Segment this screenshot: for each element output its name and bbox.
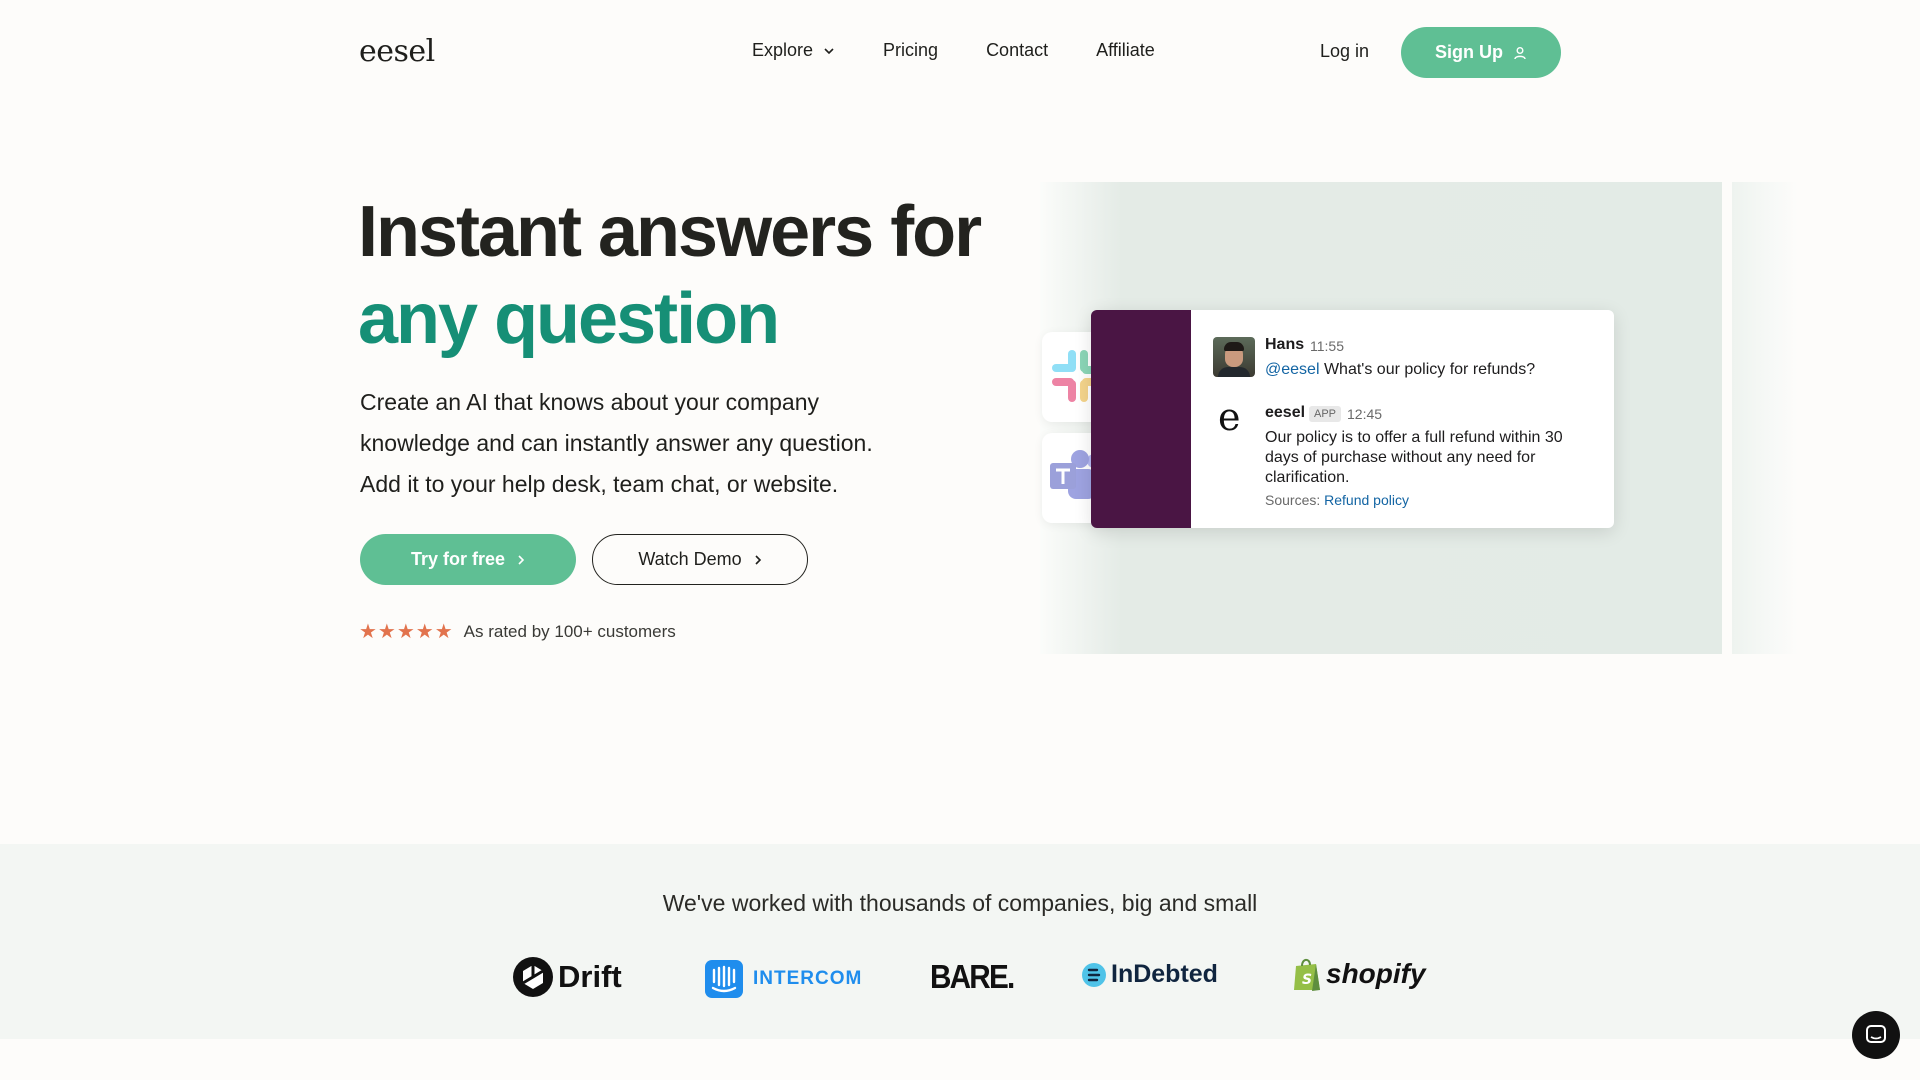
signup-label: Sign Up — [1435, 42, 1503, 62]
eesel-app-icon: e — [1218, 395, 1241, 439]
hero-headline-line2: any question — [358, 279, 780, 359]
shopify-logo-text: shopify — [1326, 958, 1426, 989]
chat-launcher-button[interactable] — [1852, 1011, 1900, 1059]
message-sources: Sources: Refund policy — [1265, 492, 1409, 508]
message-body: What's our policy for refunds? — [1319, 361, 1536, 378]
refund-policy-link[interactable]: Refund policy — [1324, 492, 1409, 508]
user-icon — [1514, 46, 1526, 59]
rating-text: As rated by 100+ customers — [463, 621, 676, 641]
watch-demo-button[interactable]: Watch Demo — [592, 534, 808, 585]
try-for-free-label: Try for free — [410, 549, 506, 569]
signup-button[interactable]: Sign Up — [1401, 27, 1561, 78]
chevron-right-icon — [518, 554, 525, 565]
nav-explore[interactable]: Explore — [752, 40, 835, 61]
message-line: clarification. — [1265, 469, 1350, 486]
nav-links: Explore Pricing Contact Affiliate — [752, 40, 1203, 61]
drift-logo: Drift — [512, 956, 622, 998]
indebted-logo: InDebted — [1081, 960, 1218, 989]
message-time: 11:55 — [1310, 338, 1344, 354]
companies-band — [0, 844, 1920, 1039]
drift-mark-icon — [513, 957, 553, 997]
message-author: eesel — [1265, 404, 1306, 421]
hero-headline-line1: Instant answers for — [358, 192, 982, 272]
intercom-mark-icon — [705, 960, 743, 998]
mention-link[interactable]: @eesel — [1265, 361, 1320, 378]
panel-edge-strip — [1732, 182, 1798, 654]
company-logos: Drift INTERCOM BARE. InDebted S shopify — [0, 954, 1920, 1004]
avatar-hair — [1224, 342, 1244, 351]
brand-logo[interactable]: eesel — [359, 34, 435, 69]
app-badge: APP — [1309, 406, 1342, 422]
message-text: @eesel What's our policy for refunds? — [1265, 360, 1535, 380]
svg-text:S: S — [1302, 972, 1312, 988]
chat-bubble-icon — [1866, 1025, 1886, 1043]
top-nav: eesel Explore Pricing Contact Affiliate … — [0, 0, 1920, 106]
watch-demo-label: Watch Demo — [638, 549, 742, 569]
nav-pricing[interactable]: Pricing — [883, 40, 938, 61]
hero-subtitle-line: Create an AI that knows about your compa… — [360, 389, 819, 415]
message-time: 12:45 — [1347, 406, 1383, 422]
avatar-body — [1218, 367, 1250, 377]
message-line: days of purchase without any need for — [1265, 449, 1536, 466]
hero-subtitle-line: knowledge and can instantly answer any q… — [360, 430, 873, 456]
message-text: Our policy is to offer a full refund wit… — [1265, 428, 1563, 488]
sources-label: Sources: — [1265, 492, 1321, 508]
star-rating-icons: ★★★★★ — [359, 621, 454, 643]
intercom-logo-text: INTERCOM — [753, 968, 863, 989]
user-avatar — [1213, 337, 1255, 377]
hero-subtitle: Create an AI that knows about your compa… — [360, 382, 920, 505]
shopify-bag-icon: S — [1294, 958, 1320, 991]
customer-rating: ★★★★★ As rated by 100+ customers — [359, 619, 676, 644]
chevron-right-icon — [755, 554, 761, 565]
message-author: Hans — [1265, 336, 1305, 353]
try-for-free-button[interactable]: Try for free — [360, 534, 576, 585]
nav-contact[interactable]: Contact — [986, 40, 1048, 61]
chevron-down-icon — [824, 47, 834, 54]
drift-logo-text: Drift — [558, 959, 622, 994]
indebted-logo-text: InDebted — [1111, 960, 1218, 988]
message-line: Our policy is to offer a full refund wit… — [1265, 429, 1563, 446]
nav-affiliate[interactable]: Affiliate — [1096, 40, 1155, 61]
hero-subtitle-line: Add it to your help desk, team chat, or … — [360, 471, 839, 497]
nav-explore-label: Explore — [752, 40, 814, 60]
bare-logo: BARE. — [930, 958, 1015, 995]
companies-title: We've worked with thousands of companies… — [662, 890, 1258, 916]
login-link[interactable]: Log in — [1320, 41, 1369, 62]
shopify-logo: S shopify — [1292, 956, 1426, 992]
indebted-mark-icon — [1082, 962, 1106, 987]
chat-window: Hans 11:55 @eesel What's our policy for … — [1091, 310, 1614, 528]
intercom-logo: INTERCOM — [705, 960, 862, 998]
chat-sidebar — [1091, 310, 1191, 528]
